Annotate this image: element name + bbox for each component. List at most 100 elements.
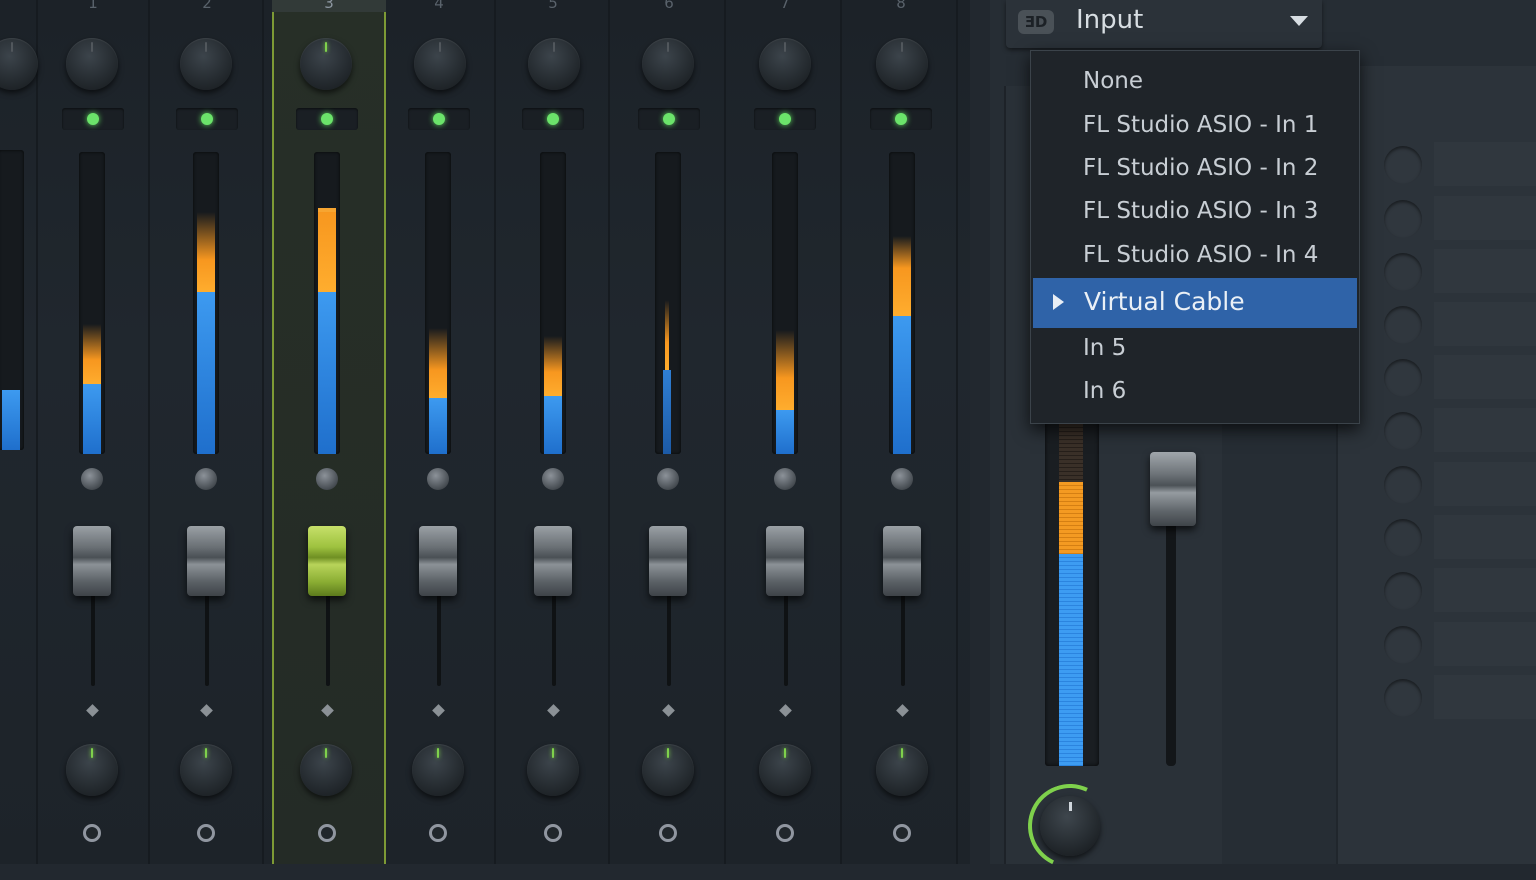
volume-fader[interactable] (766, 526, 804, 596)
send-knob[interactable] (412, 744, 464, 796)
fx-slot-toggle[interactable] (1384, 306, 1422, 344)
fx-slot[interactable] (1434, 302, 1536, 346)
mixer-strip-2[interactable]: 2 (150, 0, 264, 864)
input-selector[interactable]: ƎD Input (1006, 0, 1322, 48)
record-arm-icon[interactable] (83, 824, 101, 842)
record-arm-icon[interactable] (776, 824, 794, 842)
volume-fader[interactable] (534, 526, 572, 596)
stereo-separation-control[interactable] (774, 468, 796, 490)
fx-slot[interactable] (1434, 515, 1536, 559)
pan-knob[interactable] (528, 38, 580, 90)
menu-item-asio-in1[interactable]: FL Studio ASIO - In 1 (1031, 103, 1359, 147)
fx-slot-toggle[interactable] (1384, 679, 1422, 717)
stereo-separation-control[interactable] (427, 468, 449, 490)
fx-slot[interactable] (1434, 622, 1536, 666)
volume-fader[interactable] (419, 526, 457, 596)
pan-knob[interactable] (66, 38, 118, 90)
mute-switch[interactable] (870, 108, 932, 130)
mute-switch[interactable] (62, 108, 124, 130)
fx-slot[interactable] (1434, 249, 1536, 293)
stereo-separation-control[interactable] (195, 468, 217, 490)
fx-slot-toggle[interactable] (1384, 572, 1422, 610)
mute-switch[interactable] (296, 108, 358, 130)
volume-fader[interactable] (187, 526, 225, 596)
mute-switch[interactable] (176, 108, 238, 130)
level-meter (655, 152, 681, 454)
fx-slot[interactable] (1434, 568, 1536, 612)
pan-knob[interactable] (0, 38, 38, 90)
volume-fader[interactable] (649, 526, 687, 596)
mixer-strip-6[interactable]: 6 (612, 0, 726, 864)
record-arm-icon[interactable] (318, 824, 336, 842)
link-diamond-icon (432, 704, 445, 717)
master-volume-fader[interactable] (1150, 452, 1196, 526)
record-arm-icon[interactable] (893, 824, 911, 842)
fx-slot[interactable] (1434, 142, 1536, 186)
mixer-strip-8[interactable]: 8 (844, 0, 958, 864)
fx-slot[interactable] (1434, 355, 1536, 399)
fx-slot-toggle[interactable] (1384, 466, 1422, 504)
mixer-strip-5[interactable]: 5 (496, 0, 610, 864)
record-arm-icon[interactable] (544, 824, 562, 842)
fx-slot[interactable] (1434, 462, 1536, 506)
menu-item-asio-in4[interactable]: FL Studio ASIO - In 4 (1031, 233, 1359, 277)
fx-slot[interactable] (1434, 675, 1536, 719)
record-arm-icon[interactable] (659, 824, 677, 842)
send-knob[interactable] (180, 744, 232, 796)
menu-item-none[interactable]: None (1031, 59, 1359, 103)
mute-switch[interactable] (638, 108, 700, 130)
menu-item-asio-in2[interactable]: FL Studio ASIO - In 2 (1031, 146, 1359, 190)
fx-slot[interactable] (1434, 408, 1536, 452)
fx-slot-toggle[interactable] (1384, 146, 1422, 184)
stereo-separation-control[interactable] (891, 468, 913, 490)
send-knob[interactable] (527, 744, 579, 796)
mixer-strip-3[interactable]: 3 (272, 0, 386, 864)
menu-item-virtual-cable[interactable]: Virtual Cable (1033, 278, 1357, 328)
fx-slot-toggle[interactable] (1384, 519, 1422, 557)
send-knob[interactable] (300, 744, 352, 796)
stereo-separation-control[interactable] (657, 468, 679, 490)
stereo-separation-control[interactable] (542, 468, 564, 490)
link-diamond-icon (547, 704, 560, 717)
pan-knob[interactable] (876, 38, 928, 90)
send-knob[interactable] (876, 744, 928, 796)
mixer-strip-1[interactable]: 1 (36, 0, 150, 864)
mixer-strip-4[interactable]: 4 (382, 0, 496, 864)
link-diamond-icon (662, 704, 675, 717)
active-led-icon (87, 113, 99, 125)
record-arm-icon[interactable] (429, 824, 447, 842)
pan-knob[interactable] (414, 38, 466, 90)
level-meter (425, 152, 451, 454)
fx-slot-toggle[interactable] (1384, 253, 1422, 291)
pan-knob[interactable] (642, 38, 694, 90)
volume-fader[interactable] (308, 526, 346, 596)
fx-slot-toggle[interactable] (1384, 359, 1422, 397)
menu-item-in5[interactable]: In 5 (1031, 326, 1359, 370)
send-knob[interactable] (66, 744, 118, 796)
strip-separator (724, 0, 726, 864)
fx-slot-toggle[interactable] (1384, 412, 1422, 450)
send-knob[interactable] (642, 744, 694, 796)
mute-switch[interactable] (754, 108, 816, 130)
chevron-down-icon[interactable] (1290, 16, 1308, 26)
pan-knob[interactable] (300, 38, 352, 90)
fx-slot[interactable] (1434, 196, 1536, 240)
volume-fader[interactable] (73, 526, 111, 596)
fx-slot-toggle[interactable] (1384, 626, 1422, 664)
stereo-separation-control[interactable] (316, 468, 338, 490)
menu-item-asio-in3[interactable]: FL Studio ASIO - In 3 (1031, 189, 1359, 233)
menu-item-in6[interactable]: In 6 (1031, 369, 1359, 413)
mute-switch[interactable] (408, 108, 470, 130)
send-knob[interactable] (759, 744, 811, 796)
pan-knob[interactable] (759, 38, 811, 90)
pan-knob[interactable] (180, 38, 232, 90)
stereo-separation-control[interactable] (81, 468, 103, 490)
master-pan-knob[interactable] (1040, 796, 1100, 856)
record-arm-icon[interactable] (197, 824, 215, 842)
mixer-strip-7[interactable]: 7 (728, 0, 842, 864)
strip-separator (608, 0, 610, 864)
fx-slot-toggle[interactable] (1384, 200, 1422, 238)
volume-fader[interactable] (883, 526, 921, 596)
mute-switch[interactable] (522, 108, 584, 130)
link-diamond-icon (779, 704, 792, 717)
